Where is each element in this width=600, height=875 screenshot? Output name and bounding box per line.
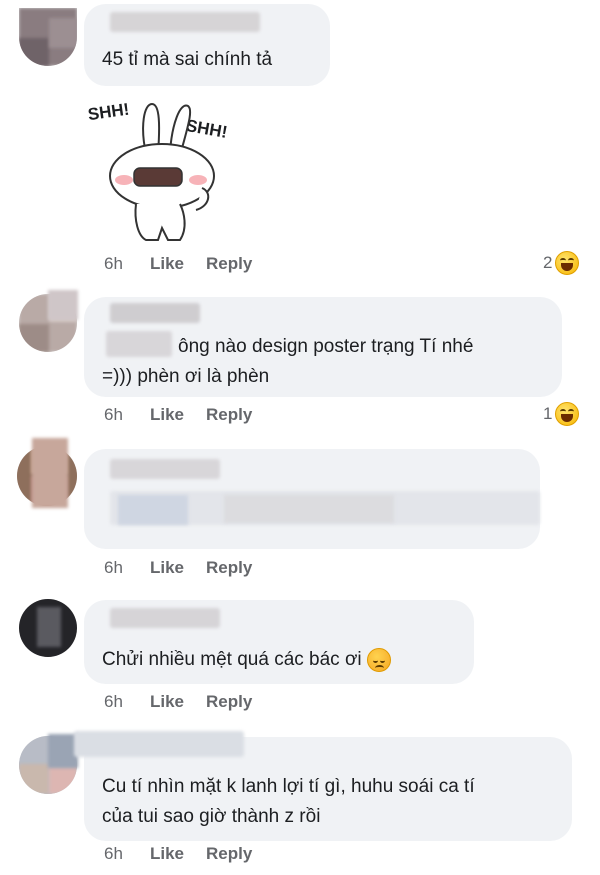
comment-meta: 6h Like Reply [104, 690, 274, 714]
reaction-summary[interactable]: 2 [543, 250, 580, 276]
blurred-author-name [74, 731, 244, 757]
comment-text: 45 tỉ mà sai chính tả [102, 49, 273, 70]
reply-button[interactable]: Reply [206, 254, 252, 274]
reaction-summary[interactable]: 1 [543, 401, 580, 427]
comment-bubble: ông nào design poster trạng Tí nhé =))) … [84, 297, 562, 397]
avatar-overlay [32, 438, 68, 508]
comment-text-line-1: ông nào design poster trạng Tí nhé [178, 336, 474, 357]
comment-bubble [84, 449, 540, 549]
avatar[interactable] [19, 8, 77, 66]
blurred-mention [106, 331, 172, 357]
comment-bubble: Cu tí nhìn mặt k lanh lợi tí gì, huhu so… [74, 731, 572, 841]
comment-meta: 6h Like Reply [104, 252, 274, 276]
sticker-label-left: SHH! [87, 100, 131, 125]
sad-emoji-icon [366, 647, 391, 672]
sticker-label-right: SHH! [185, 116, 229, 142]
like-button[interactable]: Like [150, 844, 184, 864]
reply-button[interactable]: Reply [206, 692, 252, 712]
comment-text: Chửi nhiều mệt quá các bác ơi [102, 644, 391, 676]
comment-bubble: Chửi nhiều mệt quá các bác ơi [84, 600, 474, 684]
timestamp: 6h [104, 844, 123, 863]
comment-text-line-2: =))) phèn ơi là phèn [102, 366, 270, 387]
comment-meta: 6h Like Reply [104, 556, 274, 580]
blurred-author-name [110, 608, 220, 628]
like-button[interactable]: Like [150, 254, 184, 274]
like-button[interactable]: Like [150, 558, 184, 578]
comment-text-line-2: của tui sao giờ thành z rồi [102, 806, 321, 827]
comment-bubble: 45 tỉ mà sai chính tả [84, 4, 330, 86]
reply-button[interactable]: Reply [206, 844, 252, 864]
comment-meta: 6h Like Reply [104, 842, 274, 866]
timestamp: 6h [104, 405, 123, 424]
blurred-author-name [110, 459, 220, 479]
avatar-overlay [48, 290, 78, 320]
comment-meta: 6h Like Reply [104, 403, 274, 427]
reply-button[interactable]: Reply [206, 405, 252, 425]
like-button[interactable]: Like [150, 405, 184, 425]
avatar[interactable] [19, 599, 77, 657]
reaction-count: 2 [543, 253, 553, 272]
timestamp: 6h [104, 254, 123, 273]
shh-bunny-sticker: SHH! SHH! [84, 96, 254, 246]
reply-button[interactable]: Reply [206, 558, 252, 578]
like-button[interactable]: Like [150, 692, 184, 712]
reaction-count: 1 [543, 404, 553, 423]
laugh-emoji-icon [555, 251, 580, 275]
laugh-emoji-icon [555, 402, 580, 426]
blurred-author-name [110, 303, 200, 323]
comment-text-line-1: Cu tí nhìn mặt k lanh lợi tí gì, huhu so… [102, 776, 475, 797]
timestamp: 6h [104, 692, 123, 711]
blurred-author-name [110, 12, 260, 32]
timestamp: 6h [104, 558, 123, 577]
